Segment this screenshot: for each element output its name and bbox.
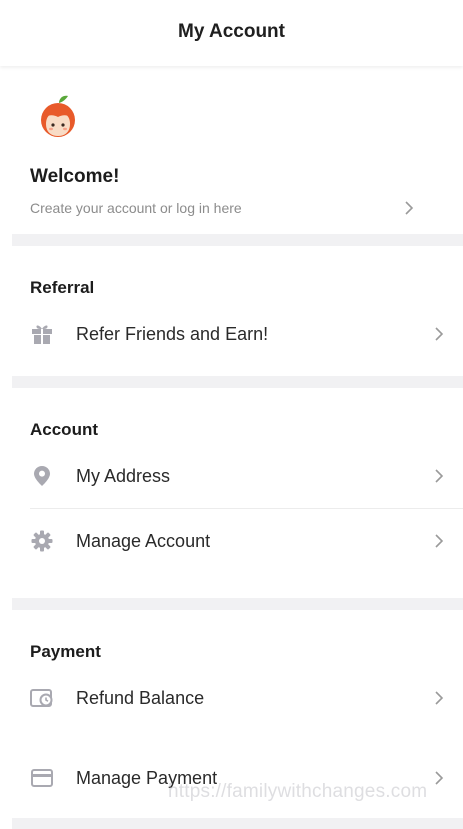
card-icon	[30, 766, 54, 790]
my-address-label: My Address	[76, 465, 171, 486]
account-section: Account My Address Manage Account	[0, 388, 463, 598]
gift-icon	[30, 322, 54, 346]
section-title-referral: Referral	[30, 278, 95, 297]
chevron-right-icon	[401, 200, 417, 216]
location-pin-icon	[30, 464, 54, 488]
avatar	[38, 94, 78, 140]
referral-section: Referral Refer Friends and Earn!	[0, 246, 463, 376]
profile-card[interactable]: Welcome! Create your account or log in h…	[0, 66, 463, 234]
section-divider	[12, 818, 463, 829]
page-title: My Account	[178, 21, 285, 42]
manage-payment-label: Manage Payment	[76, 767, 218, 788]
manage-account-label: Manage Account	[76, 530, 211, 551]
section-divider	[12, 598, 463, 610]
manage-account-item[interactable]: Manage Account	[30, 509, 463, 573]
my-address-item[interactable]: My Address	[30, 444, 463, 508]
manage-payment-item[interactable]: Manage Payment	[30, 746, 463, 810]
wallet-icon	[30, 686, 54, 710]
welcome-heading: Welcome!	[30, 166, 120, 187]
refund-balance-item[interactable]: Refund Balance	[30, 666, 463, 730]
chevron-right-icon	[431, 468, 447, 484]
chevron-right-icon	[431, 770, 447, 786]
refer-friends-label: Refer Friends and Earn!	[76, 323, 269, 344]
section-title-account: Account	[30, 420, 98, 439]
section-title-payment: Payment	[30, 642, 101, 661]
gear-icon	[30, 529, 54, 553]
refer-friends-item[interactable]: Refer Friends and Earn!	[30, 302, 463, 366]
payment-section: Payment Refund Balance Manage Payment	[0, 610, 463, 818]
section-divider	[12, 234, 463, 246]
section-divider	[12, 376, 463, 388]
login-prompt[interactable]: Create your account or log in here	[30, 200, 242, 216]
chevron-right-icon	[431, 533, 447, 549]
chevron-right-icon	[431, 690, 447, 706]
app-header: My Account	[0, 0, 463, 66]
chevron-right-icon	[431, 326, 447, 342]
refund-balance-label: Refund Balance	[76, 687, 205, 708]
